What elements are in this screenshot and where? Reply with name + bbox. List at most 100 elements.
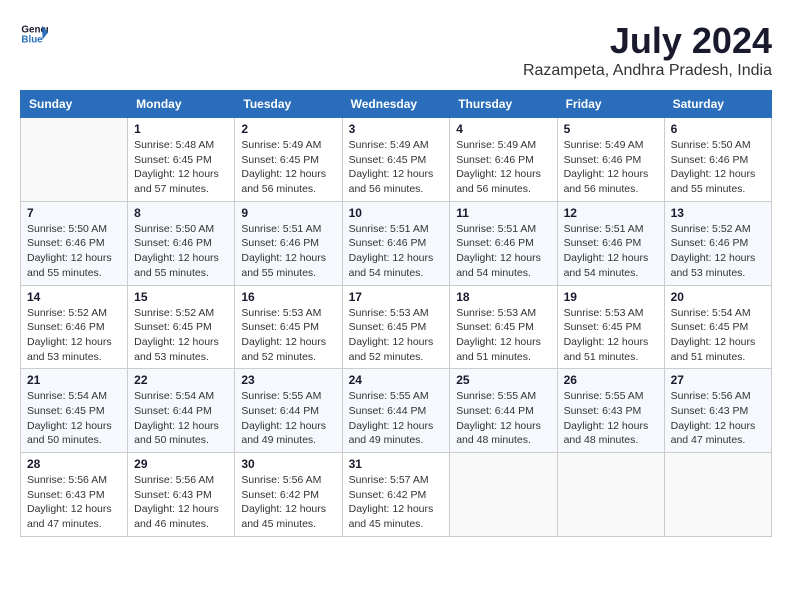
day-number: 3 <box>349 122 444 136</box>
day-info: Sunrise: 5:51 AM Sunset: 6:46 PM Dayligh… <box>564 222 658 281</box>
day-number: 27 <box>671 373 765 387</box>
day-number: 26 <box>564 373 658 387</box>
location: Razampeta, Andhra Pradesh, India <box>523 62 772 80</box>
day-number: 7 <box>27 206 121 220</box>
day-info: Sunrise: 5:50 AM Sunset: 6:46 PM Dayligh… <box>134 222 228 281</box>
calendar-cell: 20 Sunrise: 5:54 AM Sunset: 6:45 PM Dayli… <box>664 285 771 369</box>
day-number: 29 <box>134 457 228 471</box>
month-title: July 2024 <box>523 20 772 62</box>
day-info: Sunrise: 5:57 AM Sunset: 6:42 PM Dayligh… <box>349 473 444 532</box>
calendar-cell: 26 Sunrise: 5:55 AM Sunset: 6:43 PM Dayli… <box>557 369 664 453</box>
day-number: 9 <box>241 206 335 220</box>
calendar-cell: 9Sunrise: 5:51 AM Sunset: 6:46 PM Daylig… <box>235 201 342 285</box>
day-number: 1 <box>134 122 228 136</box>
calendar-table: SundayMondayTuesdayWednesdayThursdayFrid… <box>20 90 772 537</box>
day-number: 18 <box>456 290 550 304</box>
day-number: 11 <box>456 206 550 220</box>
calendar-cell: 6Sunrise: 5:50 AM Sunset: 6:46 PM Daylig… <box>664 118 771 202</box>
day-info: Sunrise: 5:53 AM Sunset: 6:45 PM Dayligh… <box>241 306 335 365</box>
column-header-sunday: Sunday <box>21 91 128 118</box>
calendar-cell: 12Sunrise: 5:51 AM Sunset: 6:46 PM Dayli… <box>557 201 664 285</box>
column-header-wednesday: Wednesday <box>342 91 450 118</box>
calendar-cell <box>21 118 128 202</box>
calendar-cell: 23 Sunrise: 5:55 AM Sunset: 6:44 PM Dayli… <box>235 369 342 453</box>
calendar-cell: 31 Sunrise: 5:57 AM Sunset: 6:42 PM Dayli… <box>342 453 450 537</box>
calendar-cell: 17 Sunrise: 5:53 AM Sunset: 6:45 PM Dayli… <box>342 285 450 369</box>
calendar-cell: 11 Sunrise: 5:51 AM Sunset: 6:46 PM Dayli… <box>450 201 557 285</box>
column-header-saturday: Saturday <box>664 91 771 118</box>
day-number: 23 <box>241 373 335 387</box>
calendar-cell: 2 Sunrise: 5:49 AM Sunset: 6:45 PM Daylig… <box>235 118 342 202</box>
calendar-cell: 13Sunrise: 5:52 AM Sunset: 6:46 PM Dayli… <box>664 201 771 285</box>
day-info: Sunrise: 5:56 AM Sunset: 6:43 PM Dayligh… <box>27 473 121 532</box>
day-number: 22 <box>134 373 228 387</box>
calendar-week-1: 1Sunrise: 5:48 AM Sunset: 6:45 PM Daylig… <box>21 118 772 202</box>
day-number: 17 <box>349 290 444 304</box>
day-info: Sunrise: 5:54 AM Sunset: 6:45 PM Dayligh… <box>671 306 765 365</box>
logo: General Blue <box>20 20 48 48</box>
day-info: Sunrise: 5:49 AM Sunset: 6:46 PM Dayligh… <box>564 138 658 197</box>
day-number: 14 <box>27 290 121 304</box>
day-info: Sunrise: 5:55 AM Sunset: 6:44 PM Dayligh… <box>349 389 444 448</box>
calendar-cell: 8Sunrise: 5:50 AM Sunset: 6:46 PM Daylig… <box>128 201 235 285</box>
day-info: Sunrise: 5:54 AM Sunset: 6:44 PM Dayligh… <box>134 389 228 448</box>
day-info: Sunrise: 5:52 AM Sunset: 6:45 PM Dayligh… <box>134 306 228 365</box>
calendar-cell: 7 Sunrise: 5:50 AM Sunset: 6:46 PM Daylig… <box>21 201 128 285</box>
day-number: 2 <box>241 122 335 136</box>
day-number: 5 <box>564 122 658 136</box>
day-info: Sunrise: 5:56 AM Sunset: 6:43 PM Dayligh… <box>134 473 228 532</box>
column-header-tuesday: Tuesday <box>235 91 342 118</box>
calendar-cell: 28 Sunrise: 5:56 AM Sunset: 6:43 PM Dayli… <box>21 453 128 537</box>
calendar-cell: 30 Sunrise: 5:56 AM Sunset: 6:42 PM Dayli… <box>235 453 342 537</box>
title-area: July 2024 Razampeta, Andhra Pradesh, Ind… <box>523 20 772 80</box>
day-number: 15 <box>134 290 228 304</box>
calendar-cell: 24 Sunrise: 5:55 AM Sunset: 6:44 PM Dayli… <box>342 369 450 453</box>
calendar-cell <box>450 453 557 537</box>
day-info: Sunrise: 5:53 AM Sunset: 6:45 PM Dayligh… <box>456 306 550 365</box>
day-info: Sunrise: 5:50 AM Sunset: 6:46 PM Dayligh… <box>27 222 121 281</box>
calendar-cell <box>664 453 771 537</box>
day-number: 4 <box>456 122 550 136</box>
day-info: Sunrise: 5:55 AM Sunset: 6:43 PM Dayligh… <box>564 389 658 448</box>
calendar-cell: 29 Sunrise: 5:56 AM Sunset: 6:43 PM Dayli… <box>128 453 235 537</box>
day-info: Sunrise: 5:55 AM Sunset: 6:44 PM Dayligh… <box>456 389 550 448</box>
day-number: 6 <box>671 122 765 136</box>
day-number: 10 <box>349 206 444 220</box>
day-info: Sunrise: 5:56 AM Sunset: 6:43 PM Dayligh… <box>671 389 765 448</box>
day-info: Sunrise: 5:52 AM Sunset: 6:46 PM Dayligh… <box>27 306 121 365</box>
page-header: General Blue July 2024 Razampeta, Andhra… <box>20 20 772 80</box>
day-number: 31 <box>349 457 444 471</box>
day-info: Sunrise: 5:49 AM Sunset: 6:46 PM Dayligh… <box>456 138 550 197</box>
calendar-cell: 10 Sunrise: 5:51 AM Sunset: 6:46 PM Dayli… <box>342 201 450 285</box>
day-number: 16 <box>241 290 335 304</box>
day-number: 13 <box>671 206 765 220</box>
calendar-cell <box>557 453 664 537</box>
calendar-cell: 19Sunrise: 5:53 AM Sunset: 6:45 PM Dayli… <box>557 285 664 369</box>
day-info: Sunrise: 5:51 AM Sunset: 6:46 PM Dayligh… <box>349 222 444 281</box>
day-info: Sunrise: 5:55 AM Sunset: 6:44 PM Dayligh… <box>241 389 335 448</box>
day-info: Sunrise: 5:53 AM Sunset: 6:45 PM Dayligh… <box>564 306 658 365</box>
day-info: Sunrise: 5:53 AM Sunset: 6:45 PM Dayligh… <box>349 306 444 365</box>
calendar-cell: 18 Sunrise: 5:53 AM Sunset: 6:45 PM Dayli… <box>450 285 557 369</box>
day-number: 24 <box>349 373 444 387</box>
day-number: 20 <box>671 290 765 304</box>
calendar-week-2: 7 Sunrise: 5:50 AM Sunset: 6:46 PM Daylig… <box>21 201 772 285</box>
day-number: 28 <box>27 457 121 471</box>
calendar-cell: 3Sunrise: 5:49 AM Sunset: 6:45 PM Daylig… <box>342 118 450 202</box>
calendar-header-row: SundayMondayTuesdayWednesdayThursdayFrid… <box>21 91 772 118</box>
logo-icon: General Blue <box>20 20 48 48</box>
day-info: Sunrise: 5:56 AM Sunset: 6:42 PM Dayligh… <box>241 473 335 532</box>
day-number: 25 <box>456 373 550 387</box>
day-info: Sunrise: 5:51 AM Sunset: 6:46 PM Dayligh… <box>456 222 550 281</box>
column-header-thursday: Thursday <box>450 91 557 118</box>
calendar-cell: 25 Sunrise: 5:55 AM Sunset: 6:44 PM Dayli… <box>450 369 557 453</box>
day-info: Sunrise: 5:49 AM Sunset: 6:45 PM Dayligh… <box>241 138 335 197</box>
calendar-week-5: 28 Sunrise: 5:56 AM Sunset: 6:43 PM Dayli… <box>21 453 772 537</box>
column-header-monday: Monday <box>128 91 235 118</box>
calendar-cell: 27 Sunrise: 5:56 AM Sunset: 6:43 PM Dayli… <box>664 369 771 453</box>
calendar-week-4: 21Sunrise: 5:54 AM Sunset: 6:45 PM Dayli… <box>21 369 772 453</box>
column-header-friday: Friday <box>557 91 664 118</box>
day-number: 30 <box>241 457 335 471</box>
calendar-cell: 21Sunrise: 5:54 AM Sunset: 6:45 PM Dayli… <box>21 369 128 453</box>
calendar-cell: 15 Sunrise: 5:52 AM Sunset: 6:45 PM Dayli… <box>128 285 235 369</box>
